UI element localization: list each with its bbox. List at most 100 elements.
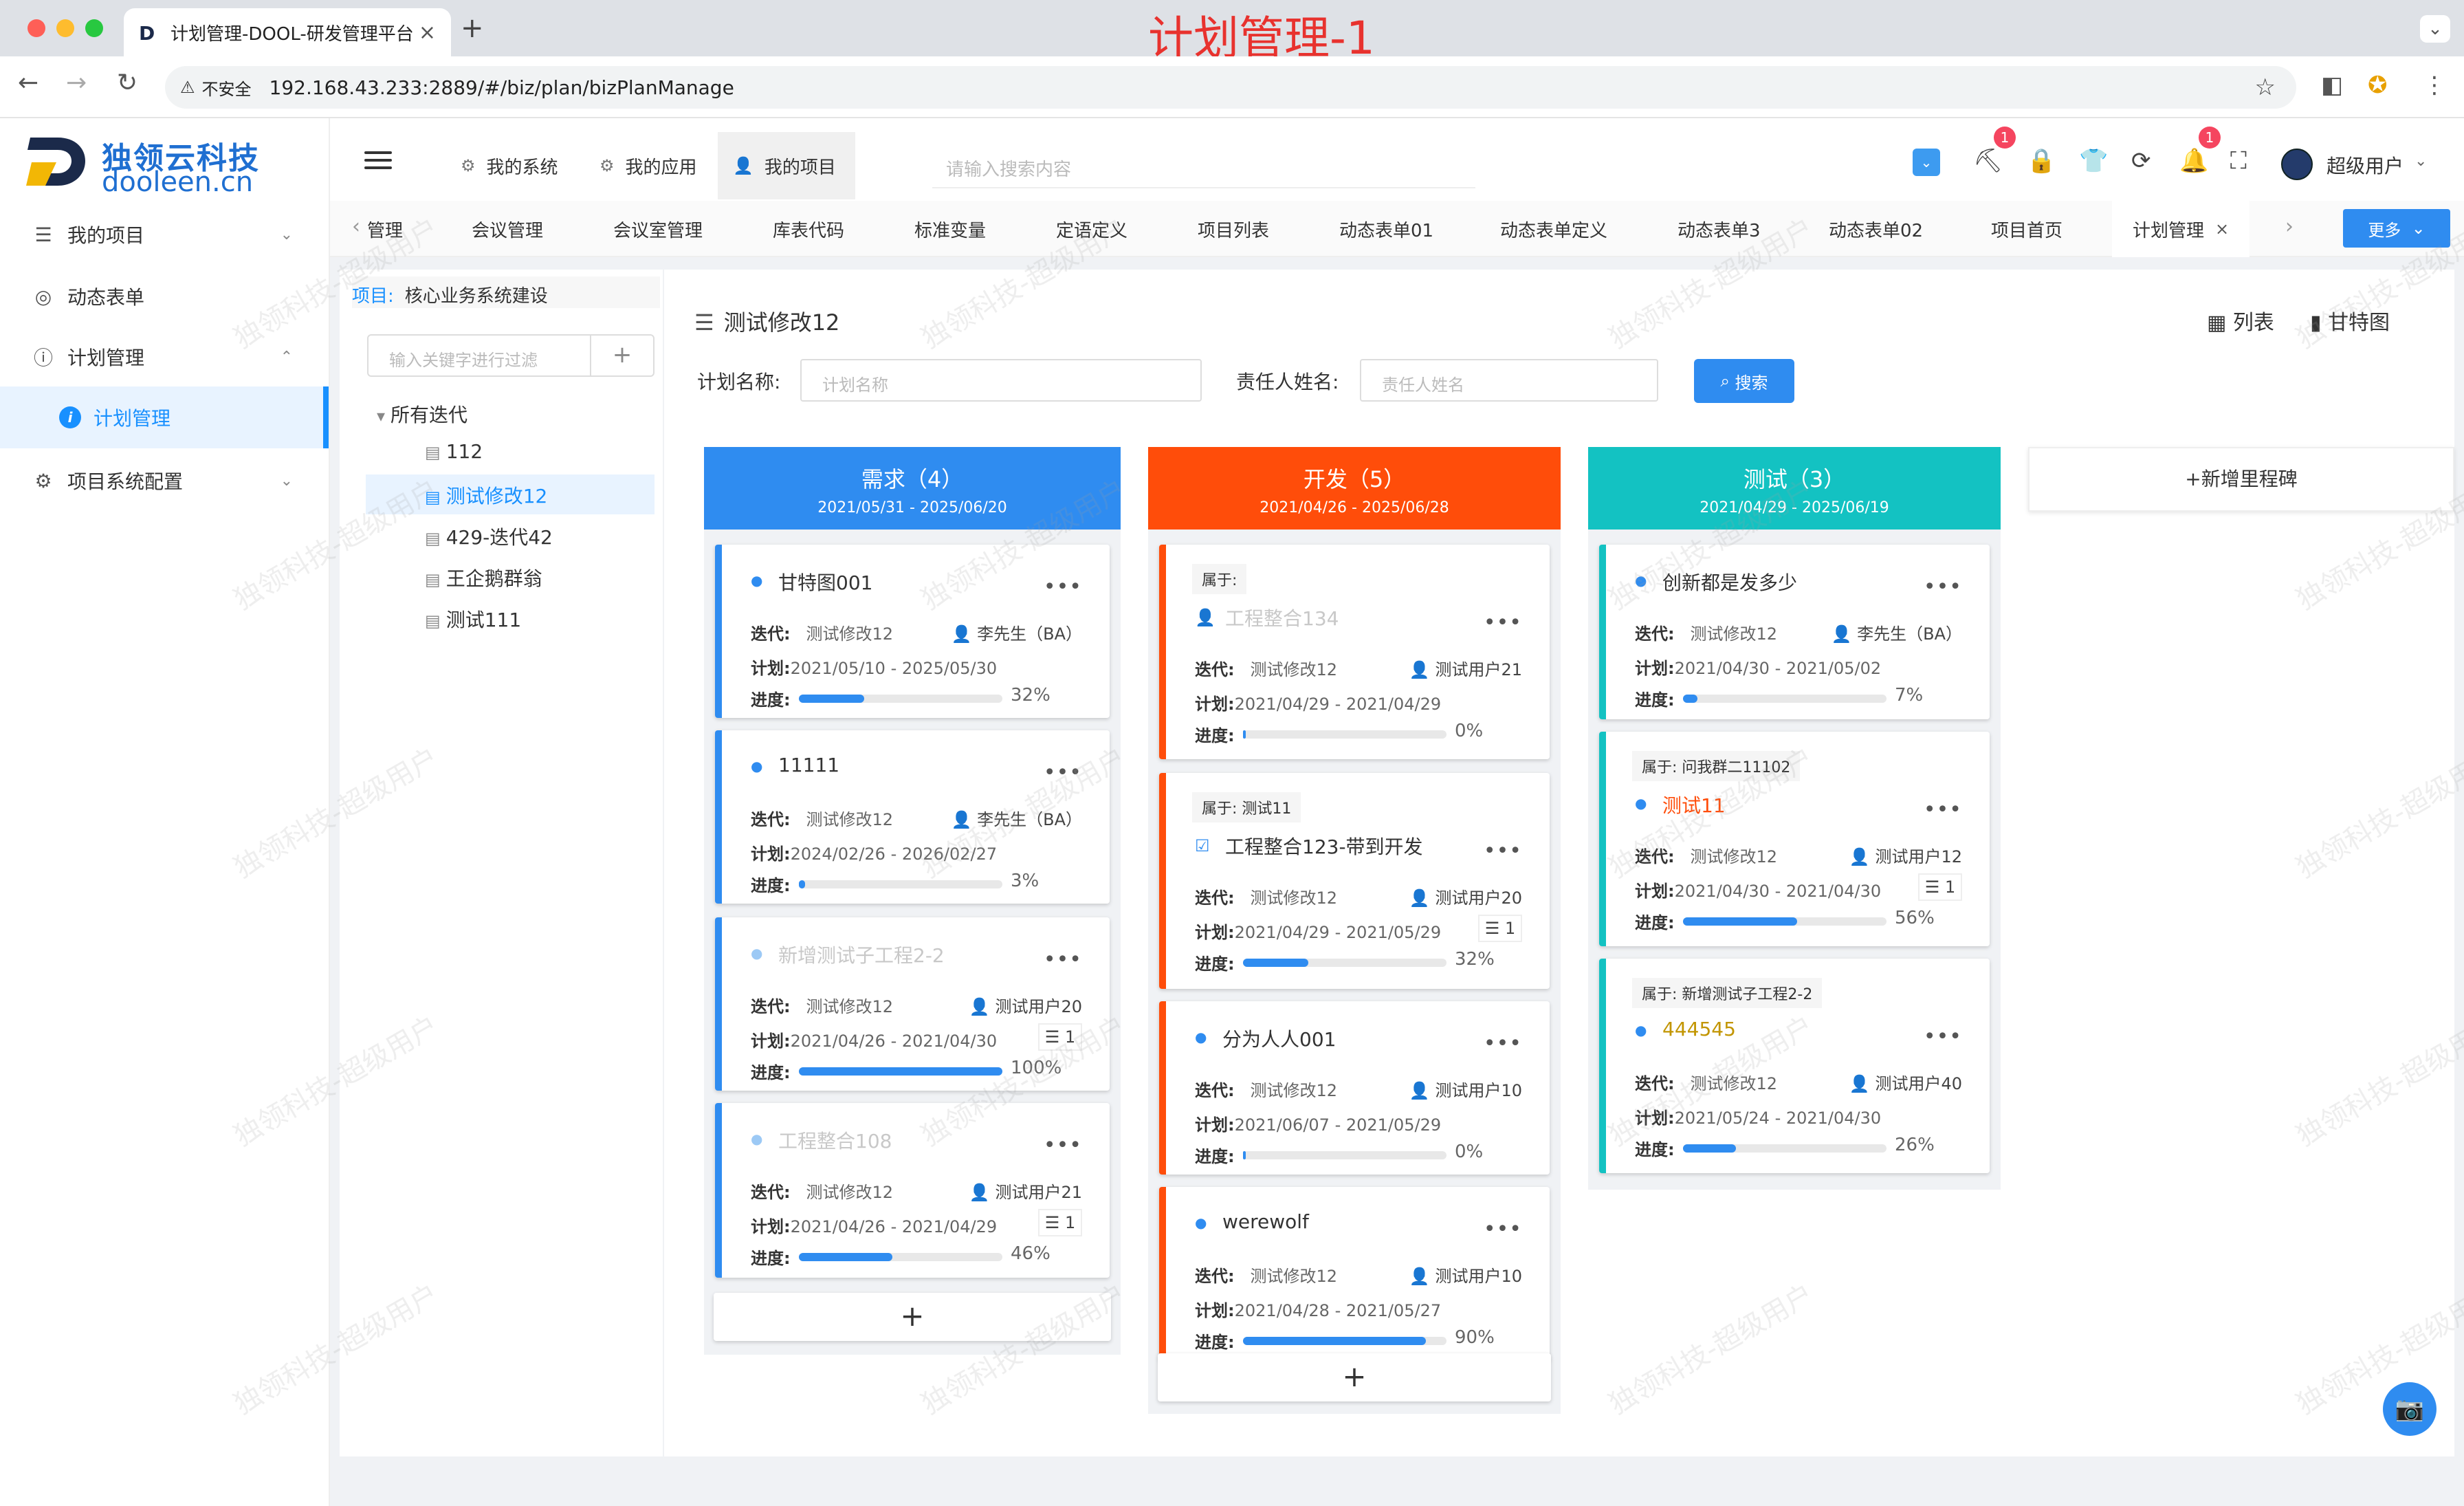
forward-icon[interactable]: → xyxy=(66,69,87,97)
owner-name-input[interactable]: 责任人姓名 xyxy=(1360,359,1658,402)
browser-tab[interactable]: D 计划管理-DOOL-研发管理平台 × xyxy=(124,8,451,56)
tag-item[interactable]: 项目列表 xyxy=(1198,201,1269,257)
more-actions-icon[interactable]: ••• xyxy=(1924,575,1962,599)
minimize-window-button[interactable] xyxy=(56,19,74,37)
add-card-button[interactable]: + xyxy=(714,1293,1111,1341)
more-actions-icon[interactable]: ••• xyxy=(1044,575,1082,599)
kanban-column-header[interactable]: 开发（5） 2021/04/26 - 2025/06/28 xyxy=(1148,447,1561,530)
reload-icon[interactable]: ↻ xyxy=(117,69,138,97)
tags-scroll-left-icon[interactable]: ‹ xyxy=(352,215,360,239)
column-title: 需求（4） xyxy=(861,466,964,492)
tag-item[interactable]: 标准变量 xyxy=(914,201,986,257)
iteration-row: 迭代: 测试修改12 xyxy=(751,993,893,1017)
tree-node-root[interactable]: ▾ 所有迭代 xyxy=(377,400,468,428)
close-tab-icon[interactable]: × xyxy=(419,21,436,45)
add-iteration-button[interactable]: + xyxy=(590,334,654,377)
tag-item[interactable]: 项目首页 xyxy=(1991,201,2062,257)
back-icon[interactable]: ← xyxy=(18,69,38,97)
tag-item[interactable]: 动态表单3 xyxy=(1678,201,1761,257)
task-card[interactable]: ● 甘特图001 ••• 迭代: 测试修改12 👤 李先生（BA） 计划:2021/05/… xyxy=(715,545,1110,718)
task-card[interactable]: ● 创新都是发多少 ••• 迭代: 测试修改12 👤 李先生（BA） 计划:2021/04… xyxy=(1599,545,1990,719)
task-card[interactable]: ● 工程整合108 ••• 迭代: 测试修改12 👤 测试用户21 计划:2021/04/… xyxy=(715,1103,1110,1278)
new-tab-icon[interactable]: + xyxy=(461,12,484,44)
sidepanel-icon[interactable]: ◧ xyxy=(2321,72,2343,99)
sidebar-item-plan-management[interactable]: ⓘ 计划管理 ⌃ xyxy=(0,326,330,388)
more-actions-icon[interactable]: ••• xyxy=(1044,948,1082,972)
task-card[interactable]: 属于: 👤 工程整合134 ••• 迭代: 测试修改12 👤 测试用户21 计划:2021… xyxy=(1159,545,1550,759)
tree-node[interactable]: ▤ 112 xyxy=(425,440,483,463)
tag-item[interactable]: 会议室管理 xyxy=(613,201,703,257)
task-card[interactable]: 属于: 新增测试子工程2-2 ● 444545 ••• 迭代: 测试修改12 👤 测试用户… xyxy=(1599,959,1990,1173)
bell-icon[interactable]: 🔔 xyxy=(2179,147,2208,175)
shirt-icon[interactable]: 👕 xyxy=(2079,147,2108,175)
more-tags-button[interactable]: 更多 ⌄ xyxy=(2343,209,2450,248)
close-window-button[interactable] xyxy=(28,19,45,37)
close-icon[interactable]: × xyxy=(2215,219,2229,239)
more-actions-icon[interactable]: ••• xyxy=(1044,1133,1082,1157)
sidebar-item-dynamic-form[interactable]: ◎ 动态表单 xyxy=(0,265,330,327)
kanban-column-header[interactable]: 测试（3） 2021/04/29 - 2025/06/19 xyxy=(1588,447,2001,530)
tag-item-active[interactable]: 计划管理 × xyxy=(2112,201,2250,257)
add-milestone-button[interactable]: +新增里程碑 xyxy=(2028,447,2454,512)
tab-my-apps[interactable]: ⚙ 我的应用 xyxy=(584,132,712,199)
tag-item[interactable]: 库表代码 xyxy=(773,201,844,257)
kanban-column-header[interactable]: 需求（4） 2021/05/31 - 2025/06/20 xyxy=(704,447,1121,530)
search-button[interactable]: ⌕ 搜索 xyxy=(1694,359,1794,403)
subtask-count[interactable]: ☰ 1 xyxy=(1918,873,1962,901)
tree-node[interactable]: ▤ 王企鹅群翁 xyxy=(425,564,542,591)
tree-node[interactable]: ▤ 429-迭代42 xyxy=(425,523,553,550)
tag-item[interactable]: 动态表单01 xyxy=(1339,201,1433,257)
view-list-button[interactable]: ▦ 列表 xyxy=(2207,305,2274,336)
task-card[interactable]: 属于: 测试11 ☑ 工程整合123-带到开发 ••• 迭代: 测试修改12 👤 测试用户… xyxy=(1159,773,1550,989)
chevron-down-icon[interactable]: ⌄ xyxy=(2414,153,2427,170)
lock-icon[interactable]: 🔒 xyxy=(2027,147,2056,175)
tools-icon[interactable]: ⛏ xyxy=(1973,147,2003,175)
tags-scroll-right-icon[interactable]: › xyxy=(2285,215,2294,239)
task-card[interactable]: ● werewolf ••• 迭代: 测试修改12 👤 测试用户10 计划:2021/04… xyxy=(1159,1187,1550,1362)
url-field[interactable]: ⚠ 不安全 192.168.43.233:2889/#/biz/plan/biz… xyxy=(165,66,2296,109)
task-card[interactable]: ● 分为人人001 ••• 迭代: 测试修改12 👤 测试用户10 计划:2021/06/… xyxy=(1159,1001,1550,1175)
view-gantt-button[interactable]: ▮ 甘特图 xyxy=(2310,305,2390,336)
plan-name-input[interactable]: 计划名称 xyxy=(800,359,1202,402)
subtask-count[interactable]: ☰ 1 xyxy=(1038,1209,1082,1236)
tag-item[interactable]: 会议管理 xyxy=(472,201,543,257)
camera-icon[interactable]: 📷 xyxy=(2383,1382,2436,1436)
tab-my-projects[interactable]: 👤 我的项目 xyxy=(718,132,855,199)
fullscreen-icon[interactable]: ⛶ xyxy=(2230,147,2247,175)
more-actions-icon[interactable]: ••• xyxy=(1484,839,1522,863)
sidebar-item-my-projects[interactable]: ☰ 我的项目 ⌄ xyxy=(0,204,330,265)
task-card[interactable]: 属于: 问我群二11102 ● 测试11 ••• 迭代: 测试修改12 👤 测试用户12 计… xyxy=(1599,732,1990,946)
tree-node-selected[interactable]: ▤ 测试修改12 xyxy=(425,481,547,509)
user-name[interactable]: 超级用户 xyxy=(2326,151,2404,179)
task-card[interactable]: ● 新增测试子工程2-2 ••• 迭代: 测试修改12 👤 测试用户20 计划:2021/… xyxy=(715,917,1110,1091)
more-actions-icon[interactable]: ••• xyxy=(1484,611,1522,635)
more-actions-icon[interactable]: ••• xyxy=(1044,761,1082,785)
extension-icon[interactable]: ✪ xyxy=(2368,72,2388,99)
subtask-count[interactable]: ☰ 1 xyxy=(1038,1023,1082,1051)
tag-item[interactable]: 定语定义 xyxy=(1056,201,1128,257)
tree-filter-input[interactable]: 输入关键字进行过滤 xyxy=(367,334,591,377)
browser-menu-icon[interactable]: ⋮ xyxy=(2423,72,2446,99)
refresh-icon[interactable]: ⟳ xyxy=(2131,147,2151,175)
task-card[interactable]: ● 11111 ••• 迭代: 测试修改12 👤 李先生（BA） 计划:2024/02/2… xyxy=(715,730,1110,904)
tag-item[interactable]: 管理 xyxy=(367,201,403,257)
sidebar-item-project-config[interactable]: ⚙ 项目系统配置 ⌄ xyxy=(0,450,330,512)
menu-toggle-icon[interactable] xyxy=(364,151,392,169)
tree-node[interactable]: ▤ 测试111 xyxy=(425,605,521,633)
bookmark-star-icon[interactable]: ☆ xyxy=(2255,74,2276,101)
maximize-window-button[interactable] xyxy=(85,19,103,37)
more-actions-icon[interactable]: ••• xyxy=(1484,1217,1522,1241)
global-search-input[interactable]: 请输入搜索内容 xyxy=(932,146,1475,188)
dropdown-square-icon[interactable]: ⌄ xyxy=(1913,149,1940,176)
more-actions-icon[interactable]: ••• xyxy=(1484,1032,1522,1056)
add-card-button[interactable]: + xyxy=(1158,1353,1551,1401)
sidebar-subitem-plan-management[interactable]: i 计划管理 xyxy=(0,386,326,448)
tag-item[interactable]: 动态表单02 xyxy=(1829,201,1923,257)
more-actions-icon[interactable]: ••• xyxy=(1924,1025,1962,1049)
tab-search-chevron-icon[interactable]: ⌄ xyxy=(2420,15,2450,43)
avatar[interactable] xyxy=(2281,149,2313,180)
tag-item[interactable]: 动态表单定义 xyxy=(1500,201,1607,257)
subtask-count[interactable]: ☰ 1 xyxy=(1478,915,1522,942)
more-actions-icon[interactable]: ••• xyxy=(1924,798,1962,822)
tab-my-system[interactable]: ⚙ 我的系统 xyxy=(446,132,573,199)
